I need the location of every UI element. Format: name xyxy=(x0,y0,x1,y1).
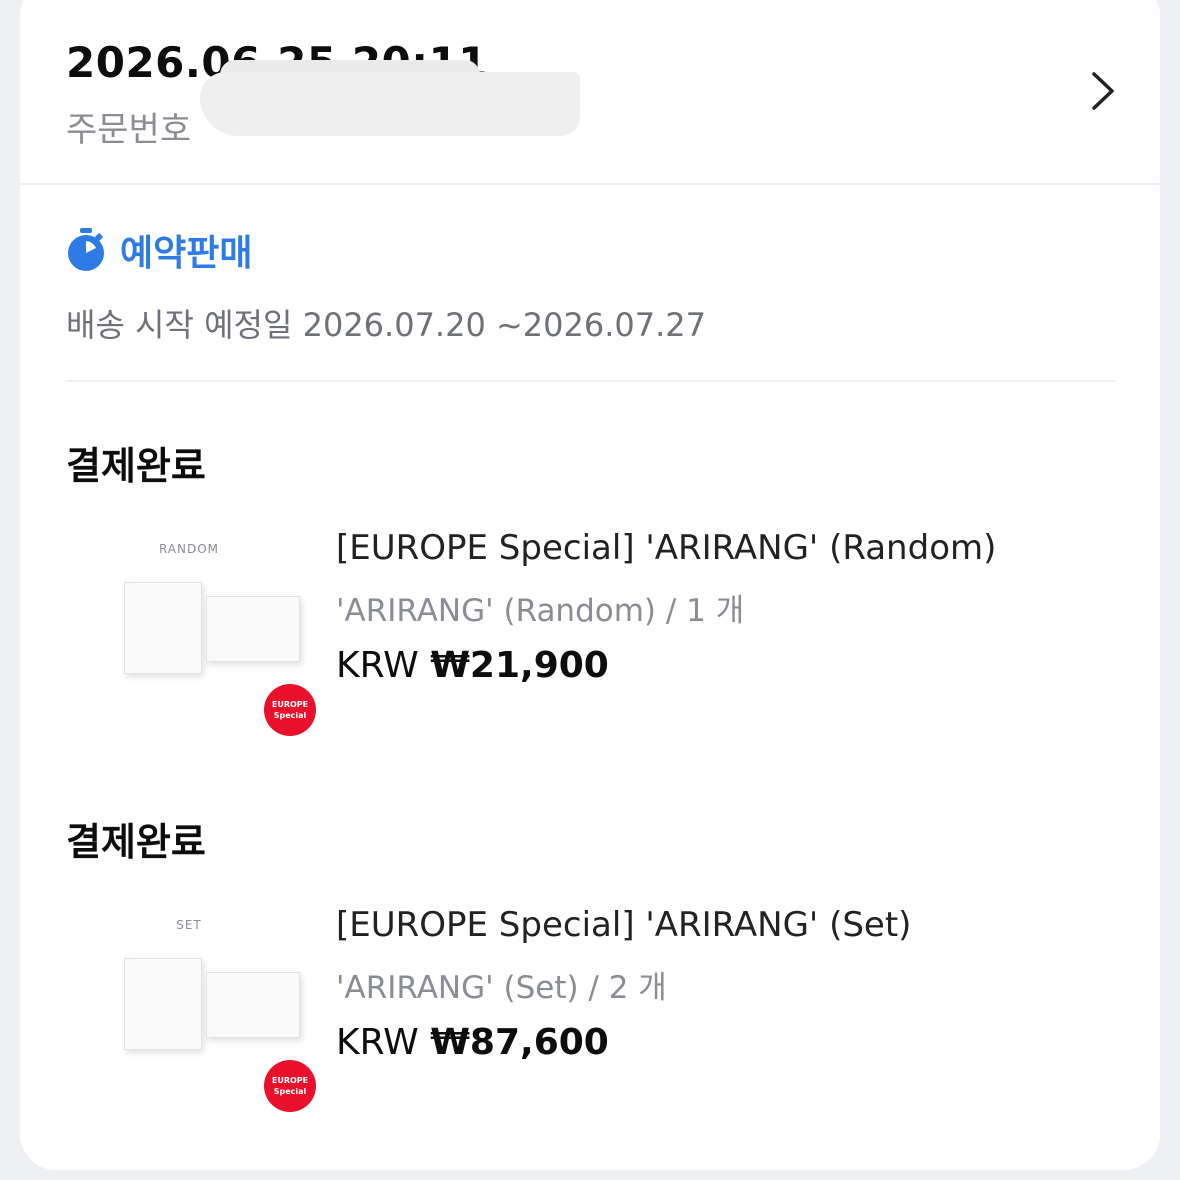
price-amount: ₩87,600 xyxy=(430,1022,609,1063)
badge-text: EUROPE xyxy=(271,700,309,709)
currency-code: KRW xyxy=(336,1022,419,1063)
order-header[interactable]: 2026.06.25 20:11 주문번호 xyxy=(20,0,1160,185)
album-card-image xyxy=(206,972,300,1038)
product-title[interactable]: [EUROPE Special] 'ARIRANG' (Set) xyxy=(336,905,911,945)
thumb-label: RANDOM xyxy=(158,542,220,556)
divider xyxy=(66,380,1116,382)
product-thumbnail[interactable]: RANDOM EUROPE Special xyxy=(94,542,316,762)
album-box-image xyxy=(124,958,202,1050)
product-title[interactable]: [EUROPE Special] 'ARIRANG' (Random) xyxy=(336,528,996,568)
currency-code: KRW xyxy=(336,645,419,686)
payment-status: 결제완료 xyxy=(66,820,206,864)
europe-special-badge: EUROPE Special xyxy=(264,684,316,736)
thumb-label: SET xyxy=(176,918,202,932)
shipping-start-date: 배송 시작 예정일 2026.07.20 ~2026.07.27 xyxy=(66,306,707,344)
payment-status: 결제완료 xyxy=(66,444,206,488)
europe-special-badge: EUROPE Special xyxy=(264,1060,316,1112)
badge-text: Special xyxy=(273,711,307,720)
badge-text: EUROPE xyxy=(271,1076,309,1085)
product-option: 'ARIRANG' (Random) / 1 개 xyxy=(336,593,745,629)
album-box-image xyxy=(124,582,202,674)
product-option: 'ARIRANG' (Set) / 2 개 xyxy=(336,970,667,1006)
order-card: 2026.06.25 20:11 주문번호 예약판매 배송 시작 예정일 202… xyxy=(20,0,1160,1170)
presale-label: 예약판매 xyxy=(120,233,253,274)
presale-section: 예약판매 xyxy=(66,225,252,275)
stopwatch-icon xyxy=(68,228,104,271)
album-card-image xyxy=(206,596,300,662)
chevron-right-icon[interactable] xyxy=(1088,70,1118,112)
price-amount: ₩21,900 xyxy=(430,645,609,686)
redaction-mark xyxy=(200,72,580,136)
product-price: KRW ₩21,900 xyxy=(336,645,609,686)
product-thumbnail[interactable]: SET EUROPE Special xyxy=(94,918,316,1138)
badge-text: Special xyxy=(273,1087,307,1096)
order-number-label: 주문번호 xyxy=(66,110,192,150)
product-price: KRW ₩87,600 xyxy=(336,1022,609,1063)
